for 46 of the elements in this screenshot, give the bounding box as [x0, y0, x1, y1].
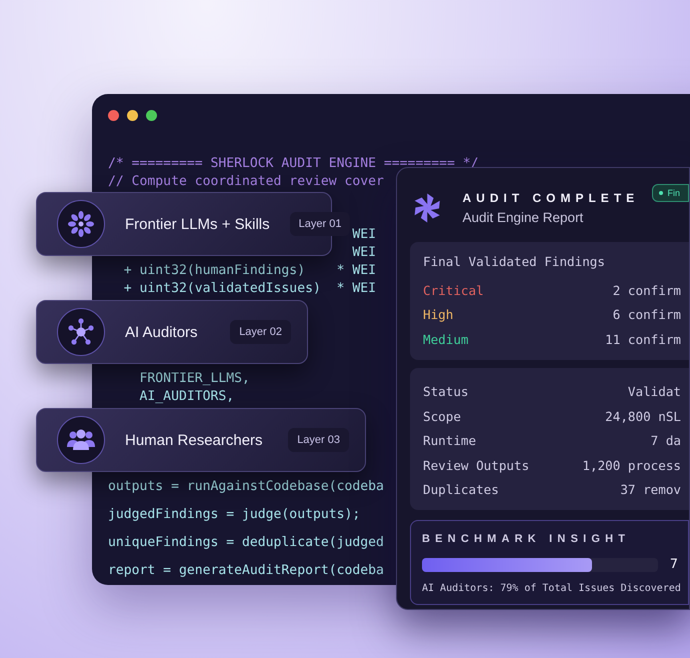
stat-value: Validat: [628, 384, 681, 400]
stat-value: 7 da: [650, 433, 681, 448]
report-subtitle: Audit Engine Report: [462, 210, 584, 225]
report-title: AUDIT COMPLETE: [462, 191, 634, 205]
severity-label: High: [423, 307, 454, 322]
code-line: uniqueFindings = deduplicate(judged: [108, 534, 384, 552]
code-line: WEI: [351, 244, 376, 262]
stat-value: 37 remov: [620, 482, 681, 498]
radial-nodes-icon: [67, 210, 95, 238]
findings-heading: Final Validated Findings: [423, 254, 606, 269]
code-line: judgedFindings = judge(outputs);: [108, 506, 360, 524]
code-line: FRONTIER_LLMS,: [138, 370, 250, 388]
status-badge: Fin: [652, 184, 689, 202]
people-icon: [66, 428, 96, 452]
stat-value: 1,200 process: [582, 458, 681, 473]
code-line: outputs = runAgainstCodebase(codeba: [108, 478, 384, 496]
layer-title: Frontier LLMs + Skills: [125, 216, 270, 232]
layer-title: Human Researchers: [125, 432, 264, 448]
benchmark-heading: BENCHMARK INSIGHT: [422, 533, 632, 545]
minimize-icon[interactable]: [127, 110, 138, 121]
stat-label: Runtime: [423, 433, 476, 448]
code-line: WEI: [351, 226, 376, 244]
stat-label: Status: [423, 384, 468, 400]
code-line: + uint32(humanFindings) * WEI: [122, 262, 376, 280]
code-line: /* ========= SHERLOCK AUDIT ENGINE ========= */: [108, 155, 479, 173]
benchmark-caption: AI Auditors: 79% of Total Issues Discovered: [422, 583, 682, 594]
code-line: AI_AUDITORS,: [138, 388, 234, 406]
layer-title: AI Auditors: [125, 324, 199, 340]
progress-reading: 7: [670, 557, 678, 572]
code-line: + uint32(validatedIssues) * WEI: [122, 280, 376, 298]
stat-label: Scope: [423, 408, 461, 424]
stat-label: Duplicates: [423, 482, 499, 498]
close-icon[interactable]: [108, 110, 119, 121]
maximize-icon[interactable]: [146, 110, 157, 121]
finding-count: 6 confirm: [612, 307, 681, 322]
layer-badge: Layer 02: [230, 320, 291, 344]
layer-badge: Layer 03: [288, 428, 349, 452]
severity-label: Medium: [423, 332, 468, 347]
finding-count: 11 confirm: [605, 332, 681, 347]
severity-label: Critical: [423, 282, 484, 298]
code-line: report = generateAuditReport(codeba: [108, 562, 384, 580]
network-icon: [66, 317, 96, 347]
stat-value: 24,800 nSL: [605, 408, 681, 424]
finding-count: 2 confirm: [612, 282, 681, 298]
code-line: // Compute coordinated review cover: [108, 173, 384, 191]
stat-label: Review Outputs: [423, 458, 530, 473]
